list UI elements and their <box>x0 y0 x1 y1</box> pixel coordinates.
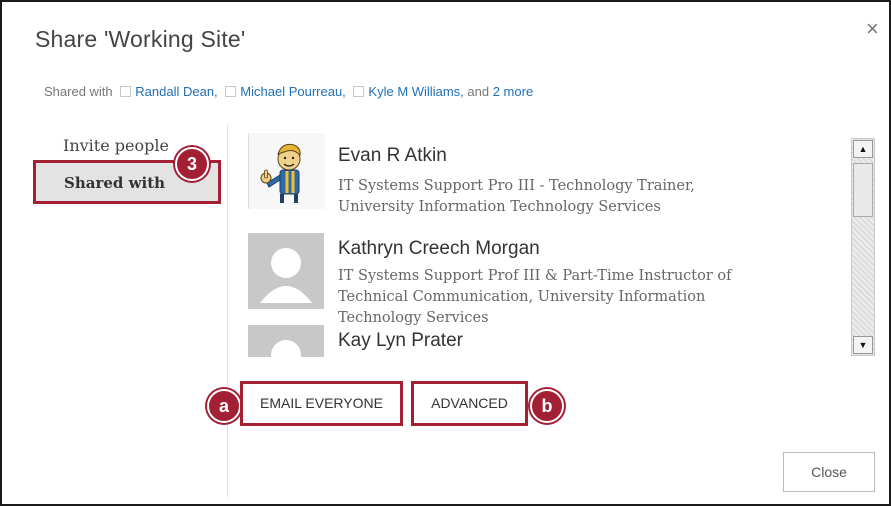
person-title: IT Systems Support Pro III - Technology … <box>338 178 695 215</box>
nav-invite-people[interactable]: Invite people <box>63 136 169 155</box>
shared-with-prefix: Shared with <box>44 84 113 99</box>
callout-step-3: 3 <box>175 147 209 181</box>
more-people-link[interactable]: 2 more <box>493 84 533 99</box>
shared-people-list: Evan R Atkin IT Systems Support Pro III … <box>248 133 846 357</box>
callout-b: b <box>530 389 564 423</box>
shared-person-link[interactable]: Randall Dean, <box>135 84 217 99</box>
close-button[interactable]: Close <box>783 452 875 492</box>
nav-shared-with-label: Shared with <box>64 174 166 192</box>
scroll-thumb[interactable] <box>853 163 873 217</box>
shared-person-link[interactable]: Michael Pourreau, <box>240 84 346 99</box>
email-everyone-button[interactable]: EMAIL EVERYONE <box>240 381 403 426</box>
person-title: IT Systems Support Prof III & Part-Time … <box>338 268 732 326</box>
shared-with-summary: Shared with Randall Dean, Michael Pourre… <box>44 84 533 99</box>
shared-person-link[interactable]: Kyle M Williams, <box>368 84 463 99</box>
and-text: and <box>467 84 490 99</box>
list-item[interactable]: Kay Lyn Prater <box>248 325 846 357</box>
person-name: Kathryn Creech Morgan <box>338 238 540 259</box>
default-person-avatar-icon <box>248 325 324 357</box>
presence-icon <box>353 86 365 97</box>
advanced-button[interactable]: ADVANCED <box>411 381 528 426</box>
panel-divider <box>227 125 228 497</box>
list-scrollbar[interactable]: ▲ ▼ <box>851 138 875 356</box>
presence-icon <box>120 86 132 97</box>
person-name: Kay Lyn Prater <box>338 330 463 351</box>
close-icon[interactable]: × <box>866 18 879 40</box>
dialog-title: Share 'Working Site' <box>35 26 246 52</box>
presence-icon <box>225 86 237 97</box>
list-item[interactable]: Kathryn Creech Morgan IT Systems Support… <box>248 233 846 328</box>
vault-boy-avatar-icon <box>248 133 325 209</box>
person-name: Evan R Atkin <box>338 145 447 166</box>
default-person-avatar-icon <box>248 233 324 309</box>
list-item[interactable]: Evan R Atkin IT Systems Support Pro III … <box>248 133 846 223</box>
callout-a: a <box>207 389 241 423</box>
scroll-down-icon[interactable]: ▼ <box>853 336 873 354</box>
scroll-up-icon[interactable]: ▲ <box>853 140 873 158</box>
